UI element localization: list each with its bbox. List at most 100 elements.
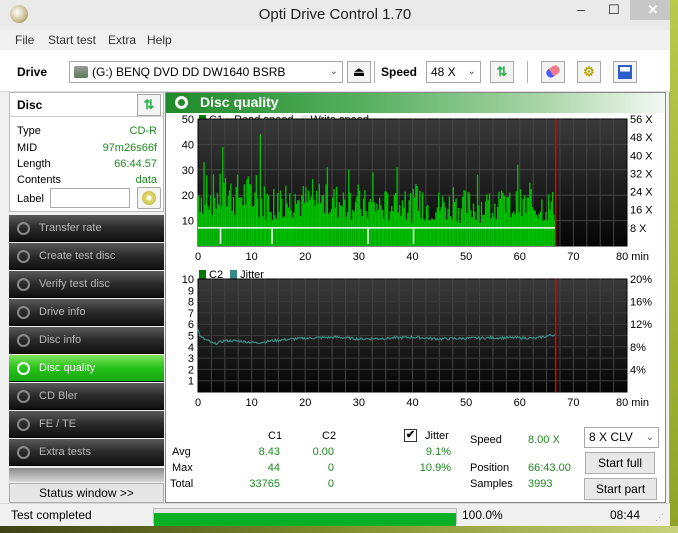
nav-item-create-test-disc[interactable]: Create test disc <box>9 243 164 270</box>
resize-grip-icon[interactable]: ⋰ <box>655 512 664 523</box>
c1-bar <box>202 213 204 246</box>
c1-bar <box>476 174 479 246</box>
floppy-icon <box>618 65 632 79</box>
x-tick-label: 50 <box>460 397 472 409</box>
c1-bar <box>432 219 434 246</box>
jitter-checkbox[interactable]: ✔ <box>404 429 417 442</box>
nav-item-label: CD Bler <box>39 390 78 402</box>
x-tick-label: 10 <box>246 397 258 409</box>
start-part-button[interactable]: Start part <box>584 478 657 500</box>
menu-extra[interactable]: Extra <box>108 33 136 47</box>
c1-bar <box>539 211 542 246</box>
avg-c1: 8.43 <box>258 446 280 458</box>
erase-button[interactable] <box>541 61 565 83</box>
c1-bar <box>216 192 219 246</box>
c1-bar <box>275 218 278 246</box>
x-tick-label: 20 <box>299 251 311 263</box>
drive-select[interactable]: (G:) BENQ DVD DD DW1640 BSRB ⌄ <box>69 61 343 83</box>
start-full-button[interactable]: Start full <box>585 452 655 474</box>
c1-bar <box>199 211 201 246</box>
nav-item-verify-test-disc[interactable]: Verify test disc <box>9 271 164 298</box>
c1-bar <box>203 162 205 246</box>
y-right-tick-label: 16 X <box>630 205 653 217</box>
c1-bar <box>389 211 392 246</box>
c1-bar <box>305 186 307 246</box>
c1-bar <box>436 207 438 246</box>
c1-bar <box>474 211 476 246</box>
c1-bar <box>230 183 232 246</box>
c1-bar <box>546 220 548 246</box>
c1-bar <box>273 188 275 246</box>
nav-spacer <box>9 468 164 482</box>
col-c2-header: C2 <box>322 430 337 442</box>
disc-test-icon <box>17 222 30 235</box>
c1-bar <box>464 191 467 246</box>
c1-chart: 10 20 30 40 50 8 X 16 X 24 X 32 X 40 X 48 X 56 X 0 10… <box>182 115 654 263</box>
y-tick-label: 8 <box>188 297 194 309</box>
progress-text: 100.0% <box>462 508 503 522</box>
position-label: Position <box>470 462 510 474</box>
c1-bar <box>373 202 375 246</box>
status-bar: Test completed 100.0% 08:44 ⋰ <box>0 503 670 527</box>
c1-bar <box>518 212 520 246</box>
c1-bar <box>376 203 378 246</box>
disc-quality-icon <box>175 96 188 109</box>
settings-button[interactable]: ⚙ <box>577 61 601 83</box>
c1-bar <box>423 218 425 246</box>
menu-help[interactable]: Help <box>147 33 172 47</box>
c1-bar <box>435 212 437 246</box>
nav-item-transfer-rate[interactable]: Transfer rate <box>9 215 164 242</box>
nav-item-disc-quality[interactable]: Disc quality <box>9 355 164 382</box>
c1-bar <box>411 223 413 246</box>
c1-bar <box>236 174 239 246</box>
y-tick-label: 5 <box>188 331 194 343</box>
disc-label-input[interactable] <box>50 188 130 208</box>
c1-bar <box>401 200 404 246</box>
speed-select[interactable]: 48 X ⌄ <box>426 61 481 83</box>
test-speed-value: 8 X CLV <box>589 430 633 444</box>
disc-refresh-button[interactable]: ⇅ <box>137 94 161 116</box>
c1-bar <box>246 179 248 246</box>
x-tick-label: 70 <box>567 251 579 263</box>
c1-bar <box>495 219 497 246</box>
y-right-tick-label: 40 X <box>630 150 653 162</box>
nav-item-fe-te[interactable]: FE / TE <box>9 411 164 438</box>
x-tick-label: 80 min <box>616 251 649 263</box>
menu-start-test[interactable]: Start test <box>48 33 96 47</box>
c1-bar <box>204 204 207 246</box>
nav-item-drive-info[interactable]: Drive info <box>9 299 164 326</box>
nav-item-label: Verify test disc <box>39 278 110 290</box>
c1-bar <box>452 187 455 246</box>
maximize-button[interactable]: ☐ <box>598 0 630 20</box>
max-label: Max <box>172 462 193 474</box>
elapsed-time: 08:44 <box>610 508 641 522</box>
c1-bar <box>206 175 208 246</box>
c1-bar <box>419 190 421 246</box>
status-window-button[interactable]: Status window >> <box>9 483 164 503</box>
nav-item-extra-tests[interactable]: Extra tests <box>9 439 164 466</box>
avg-label: Avg <box>172 446 191 458</box>
nav-item-cd-bler[interactable]: CD Bler <box>9 383 164 410</box>
c1-bar <box>420 218 422 246</box>
menu-file[interactable]: File <box>15 33 34 47</box>
c1-bar <box>247 176 249 246</box>
eject-button[interactable]: ⏏ <box>347 61 371 83</box>
c1-bar <box>228 190 231 246</box>
test-speed-select[interactable]: 8 X CLV ⌄ <box>584 427 659 448</box>
c1-bar <box>277 192 279 246</box>
c1-bar <box>267 195 270 246</box>
save-button[interactable] <box>613 61 637 83</box>
c1-bar <box>429 220 432 246</box>
disc-label-apply-button[interactable] <box>137 187 161 209</box>
c1-bar <box>545 211 547 246</box>
y-tick-label: 10 <box>182 216 194 228</box>
minimize-button[interactable]: – <box>565 0 597 20</box>
c1-bar <box>251 206 253 246</box>
status-text: Test completed <box>11 508 92 522</box>
samples-label: Samples <box>470 478 513 490</box>
nav-item-label: Create test disc <box>39 250 116 262</box>
y-tick-label: 7 <box>188 308 194 320</box>
refresh-speed-button[interactable]: ⇅ <box>490 61 514 83</box>
nav-item-disc-info[interactable]: Disc info <box>9 327 164 354</box>
chevron-down-icon: ⌄ <box>467 66 476 77</box>
